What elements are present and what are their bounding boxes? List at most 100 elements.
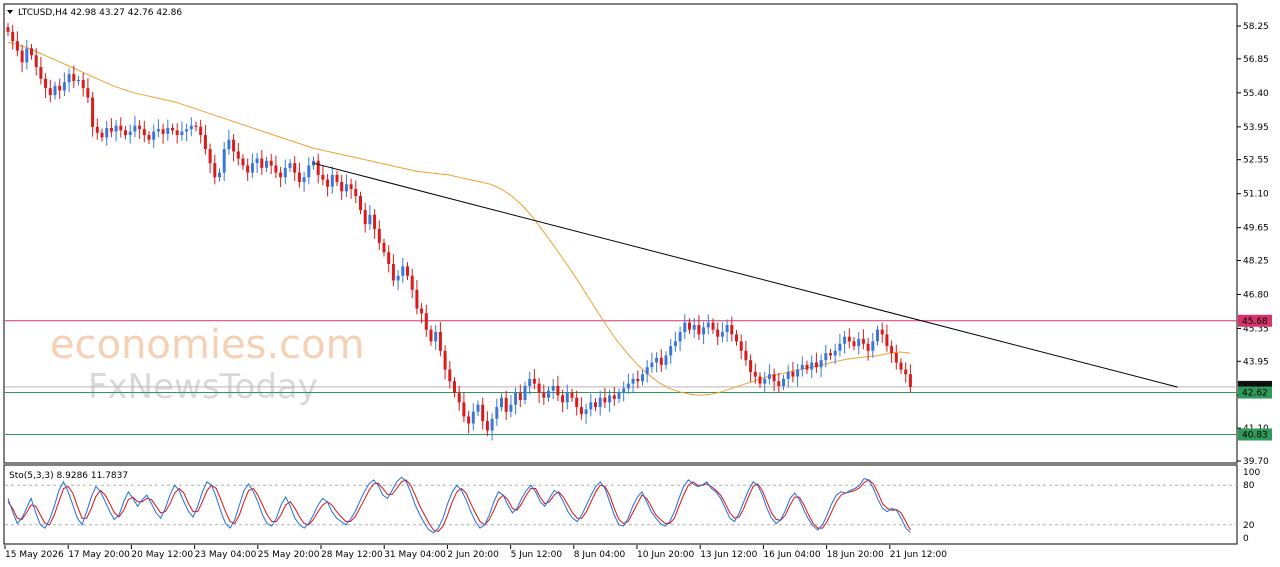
candle-down — [438, 332, 442, 351]
candle-up — [857, 339, 861, 347]
candle-down — [448, 369, 452, 382]
candle-down — [429, 329, 433, 342]
candle-down — [11, 31, 15, 42]
candle-up — [782, 378, 785, 386]
candle-down — [866, 343, 870, 351]
candle-down — [213, 163, 217, 178]
candle-up — [77, 79, 80, 82]
candle-down — [321, 174, 325, 180]
candle-down — [86, 88, 90, 98]
candle-down — [236, 151, 240, 159]
candle-down — [138, 125, 142, 130]
candle-up — [330, 174, 334, 187]
candle-down — [161, 129, 165, 134]
price-axis: 58.25 56.85 55.40 53.95 52.55 51.10 49.65 48.25… — [1237, 22, 1269, 467]
candle-down — [142, 129, 146, 136]
candle-down — [890, 346, 894, 354]
candle-up — [617, 392, 621, 399]
level-label-text: 45.68 — [1242, 317, 1268, 327]
time-tick-label: 5 Jun 12:00 — [511, 550, 563, 560]
candle-down — [335, 174, 339, 182]
candle-down — [518, 392, 522, 401]
candle-down — [363, 210, 367, 225]
candle-up — [152, 131, 156, 140]
candle-down — [246, 165, 250, 173]
candle-down — [457, 392, 461, 403]
candle-up — [565, 392, 569, 403]
time-tick-label: 17 May 20:00 — [68, 550, 130, 560]
candle-up — [673, 341, 677, 347]
candle-down — [415, 289, 419, 309]
candle-down — [274, 165, 278, 173]
candle-down — [100, 132, 104, 138]
candle-down — [91, 97, 95, 127]
candle-up — [645, 367, 649, 375]
candle-down — [880, 329, 884, 335]
candle-up — [767, 374, 771, 379]
candle-up — [434, 332, 438, 342]
candle-down — [829, 353, 832, 356]
time-tick-label: 15 May 2026 — [5, 550, 64, 560]
candle-down — [753, 371, 757, 377]
candle-up — [288, 163, 292, 168]
candle-down — [208, 149, 212, 164]
candle-up — [62, 82, 66, 91]
level-label-text: 40.83 — [1242, 431, 1268, 441]
candle-down — [147, 135, 151, 140]
candle-down — [354, 188, 358, 197]
candle-up — [156, 129, 160, 132]
candle-down — [297, 172, 301, 182]
candle-down — [20, 50, 24, 63]
candle-down — [711, 322, 715, 330]
candle-up — [706, 322, 710, 328]
candle-up — [509, 404, 513, 412]
candle-up — [796, 369, 800, 377]
time-tick-label: 16 Jun 04:00 — [763, 550, 820, 560]
candle-down — [424, 313, 428, 330]
candle-down — [481, 404, 485, 422]
price-tick-label: 58.25 — [1243, 22, 1269, 32]
candle-up — [871, 341, 875, 351]
candle-down — [293, 163, 297, 173]
candle-up — [523, 385, 527, 401]
price-tick-label: 53.95 — [1243, 123, 1269, 133]
candle-up — [720, 332, 724, 337]
candle-down — [467, 416, 471, 424]
candle-down — [373, 214, 377, 229]
candle-up — [53, 85, 57, 96]
candle-down — [485, 421, 489, 431]
candle-down — [349, 184, 353, 189]
candle-down — [556, 385, 560, 396]
time-tick-label: 23 May 04:00 — [195, 550, 257, 560]
candle-up — [763, 378, 767, 384]
candle-up — [302, 177, 306, 182]
price-tick-label: 46.80 — [1243, 291, 1269, 301]
time-tick-label: 25 May 20:00 — [258, 550, 320, 560]
candle-down — [44, 78, 48, 89]
candle-up — [631, 378, 635, 384]
candle-up — [702, 327, 706, 335]
candle-down — [847, 336, 851, 342]
candle-down — [387, 252, 391, 265]
time-tick-label: 13 Jun 12:00 — [700, 550, 757, 560]
price-tick-label: 56.85 — [1243, 55, 1269, 65]
candle-down — [908, 374, 912, 387]
stochastic-tick-label: 20 — [1243, 521, 1255, 531]
candle-down — [532, 378, 536, 384]
candle-down — [861, 339, 865, 344]
candle-up — [547, 390, 550, 398]
candle-down — [805, 364, 809, 370]
candle-down — [171, 128, 174, 131]
candle-up — [669, 346, 673, 356]
candle-up — [283, 167, 287, 178]
candle-down — [688, 322, 691, 330]
candle-up — [598, 397, 602, 408]
candle-down — [199, 126, 203, 136]
candle-up — [551, 385, 555, 391]
candle-down — [119, 125, 123, 131]
candle-up — [500, 397, 503, 408]
candle-down — [462, 402, 466, 417]
candle-down — [6, 27, 10, 32]
candle-down — [744, 350, 748, 361]
candle-up — [133, 125, 137, 132]
